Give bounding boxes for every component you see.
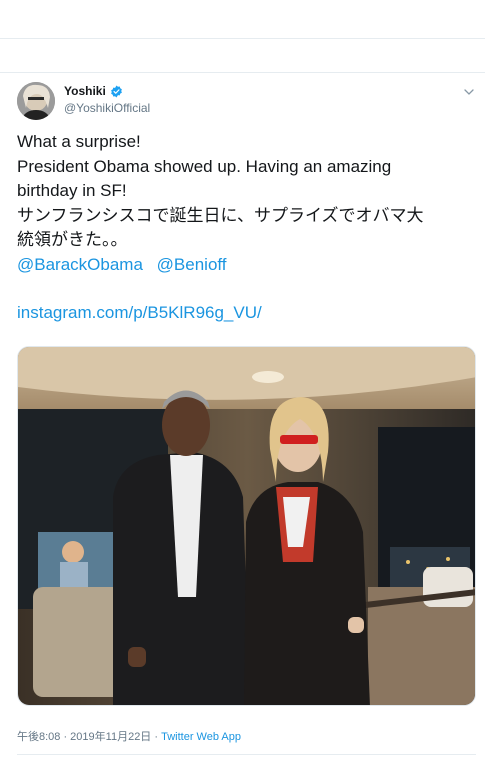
tweet-source[interactable]: Twitter Web App	[161, 731, 241, 743]
photo-image	[18, 347, 475, 705]
bottom-divider	[17, 754, 476, 755]
author-name[interactable]: Yoshiki	[64, 84, 106, 98]
tweet-photo[interactable]	[17, 346, 476, 706]
tweet-text-line: 統領がきた。。	[17, 230, 128, 249]
tweet-text-line: What a surprise!	[17, 132, 141, 151]
tweet-timestamp[interactable]: 午後8:08 · 2019年11月22日	[17, 731, 151, 743]
tweet-text-line: President Obama showed up. Having an ama…	[17, 156, 392, 176]
top-blank-area	[0, 0, 485, 38]
meta-separator: ·	[151, 731, 162, 743]
author-handle[interactable]: @YoshikiOfficial	[64, 101, 150, 115]
gap-band	[0, 39, 485, 72]
tweet-card-border	[0, 72, 485, 73]
mention-link[interactable]: @BarackObama	[17, 255, 143, 274]
tweet-text-line: サンフランシスコで誕生日に、サプライズでオバマ大	[17, 205, 424, 225]
avatar-image	[17, 82, 55, 120]
tweet-meta: 午後8:08 · 2019年11月22日 · Twitter Web App	[17, 728, 241, 744]
tweet-mentions: @BarackObama @Benioff	[17, 255, 236, 275]
tweet-text-line: birthday in SF!	[17, 181, 127, 200]
mention-link[interactable]: @Benioff	[157, 255, 227, 274]
tweet-text: What a surprise! President Obama showed …	[17, 130, 472, 253]
verified-badge-icon	[110, 85, 122, 97]
author-avatar[interactable]	[17, 82, 55, 120]
instagram-link[interactable]: instagram.com/p/B5KlR96g_VU/	[17, 303, 262, 323]
author-name-row[interactable]: Yoshiki	[64, 84, 123, 98]
chevron-down-icon[interactable]	[463, 86, 475, 98]
